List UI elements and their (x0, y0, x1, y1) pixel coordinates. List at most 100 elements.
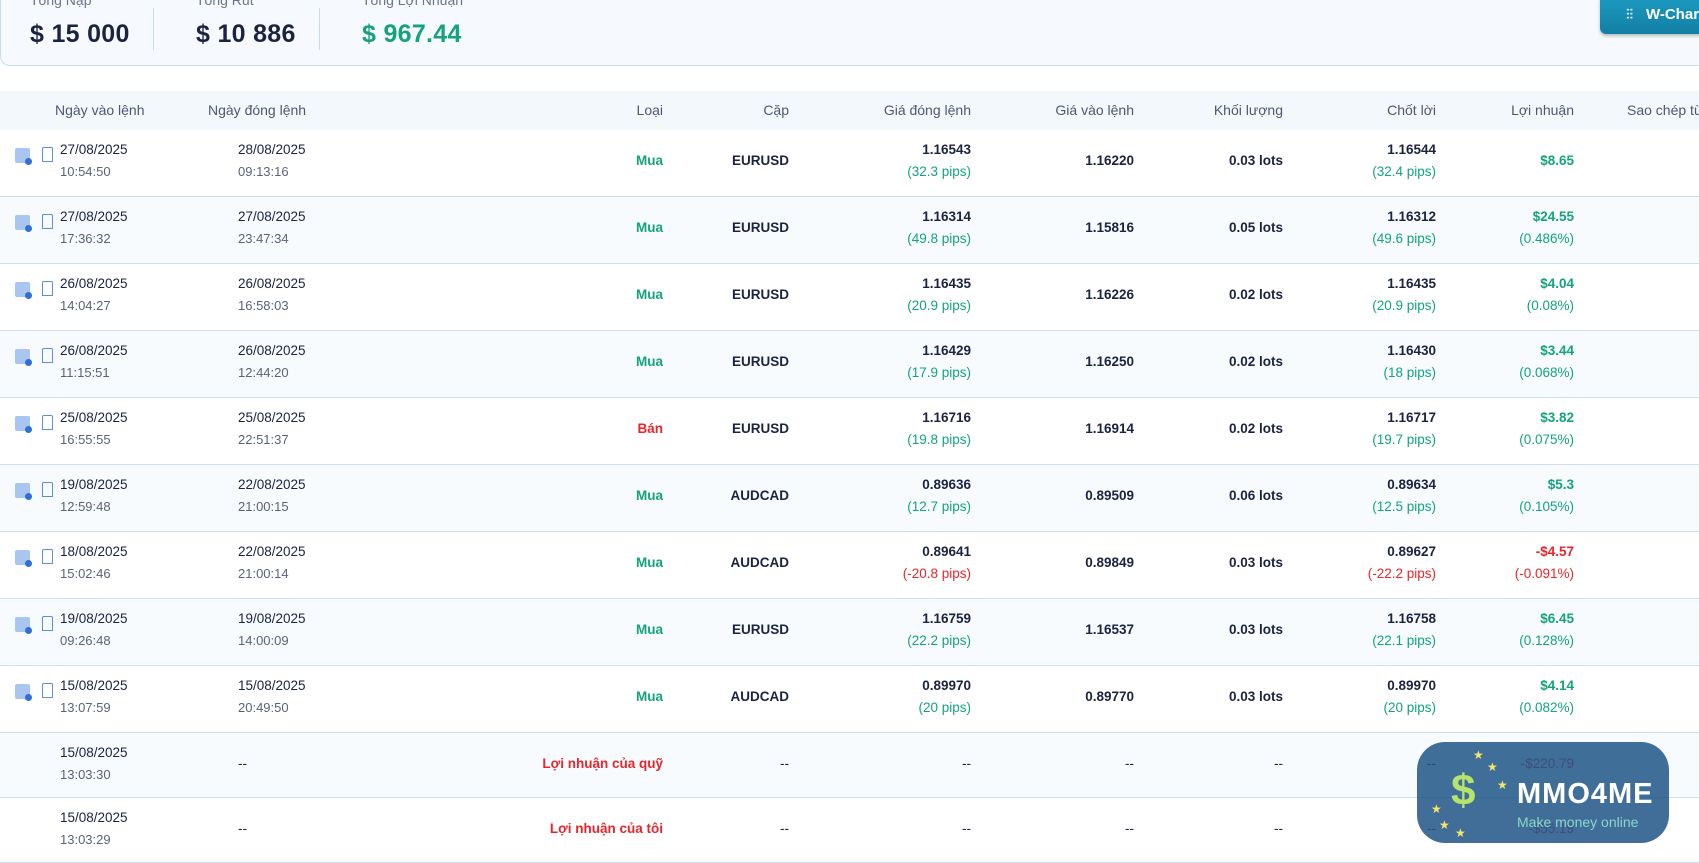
open-time: 15:02:46 (60, 566, 111, 581)
table-row[interactable]: 15/08/2025 13:07:59 15/08/2025 20:49:50 Mua A… (0, 666, 1699, 733)
document-search-icon[interactable] (15, 483, 32, 500)
document-search-icon[interactable] (15, 550, 32, 567)
trade-type: Mua (636, 689, 663, 704)
pair: -- (780, 756, 789, 771)
close-pips: (22.2 pips) (907, 633, 971, 648)
volume: 0.03 lots (1228, 555, 1283, 570)
close-time: 22:51:37 (238, 432, 289, 447)
take-profit-pips: (12.5 pips) (1372, 499, 1436, 514)
volume: 0.03 lots (1228, 622, 1283, 637)
open-date: 25/08/2025 (60, 410, 128, 425)
bookmark-icon[interactable] (42, 549, 53, 564)
open-time: 13:07:59 (60, 700, 111, 715)
take-profit: 0.89970 (1387, 678, 1436, 693)
volume: 0.02 lots (1228, 287, 1283, 302)
profit: -$4.57 (1535, 544, 1574, 559)
open-price: 1.16914 (1085, 421, 1134, 436)
take-profit: 0.89627 (1387, 544, 1436, 559)
column-header[interactable]: Ngày đóng lệnh (208, 102, 306, 118)
table-row[interactable]: 19/08/2025 09:26:48 19/08/2025 14:00:09 Mua E… (0, 599, 1699, 666)
open-price: 0.89509 (1085, 488, 1134, 503)
trade-type: Mua (636, 488, 663, 503)
document-search-icon[interactable] (15, 416, 32, 433)
table-row[interactable]: 25/08/2025 16:55:55 25/08/2025 22:51:37 Bán E… (0, 398, 1699, 465)
column-header[interactable]: Chốt lời (1387, 102, 1436, 118)
volume: 0.02 lots (1228, 421, 1283, 436)
volume: 0.05 lots (1228, 220, 1283, 235)
table-row[interactable]: 19/08/2025 12:59:48 22/08/2025 21:00:15 Mua A… (0, 465, 1699, 532)
open-date: 18/08/2025 (60, 544, 128, 559)
table-row[interactable]: 26/08/2025 11:15:51 26/08/2025 12:44:20 Mua E… (0, 331, 1699, 398)
close-price: 1.16716 (922, 410, 971, 425)
bookmark-icon[interactable] (42, 683, 53, 698)
close-price: 1.16314 (922, 209, 971, 224)
column-header[interactable]: Khối lượng (1214, 102, 1283, 118)
trade-type: Mua (636, 555, 663, 570)
pair: EURUSD (731, 153, 789, 168)
close-price: 0.89636 (922, 477, 971, 492)
table-row[interactable]: 27/08/2025 10:54:50 28/08/2025 09:13:16 Mua E… (0, 130, 1699, 197)
document-search-icon[interactable] (15, 684, 32, 701)
column-header[interactable]: Sao chép từ (1627, 102, 1699, 118)
table-row[interactable]: 18/08/2025 15:02:46 22/08/2025 21:00:14 Mua A… (0, 532, 1699, 599)
close-pips: (12.7 pips) (907, 499, 971, 514)
w-chart-button[interactable]: ⫶⫶ W-Chart (1600, 0, 1699, 34)
open-date: 27/08/2025 (60, 209, 128, 224)
open-time: 16:55:55 (60, 432, 111, 447)
bookmark-icon[interactable] (42, 214, 53, 229)
profit: $24.55 (1532, 209, 1574, 224)
bookmark-icon[interactable] (42, 415, 53, 430)
profit-percent: (0.105%) (1519, 499, 1574, 514)
column-header[interactable]: Giá vào lệnh (1055, 102, 1134, 118)
table-header: Ngày vào lệnh Ngày đóng lệnh Loại Cặp Giá đó… (0, 91, 1699, 130)
trade-type: Bán (637, 421, 663, 436)
take-profit: 1.16430 (1387, 343, 1436, 358)
trade-type: Mua (636, 220, 663, 235)
pair: EURUSD (731, 354, 789, 369)
close-date: 26/08/2025 (238, 276, 306, 291)
profit-percent: (0.068%) (1519, 365, 1574, 380)
trade-type: Mua (636, 354, 663, 369)
document-search-icon[interactable] (15, 349, 32, 366)
column-header[interactable]: Giá đóng lệnh (884, 102, 971, 118)
document-search-icon[interactable] (15, 282, 32, 299)
profit: $5.3 (1547, 477, 1574, 492)
take-profit-pips: (20 pips) (1383, 700, 1436, 715)
profit: $8.65 (1540, 153, 1574, 168)
close-price: 0.89641 (922, 544, 971, 559)
take-profit: 0.89634 (1387, 477, 1436, 492)
divider (153, 8, 154, 50)
close-time: 23:47:34 (238, 231, 289, 246)
take-profit-pips: (49.6 pips) (1372, 231, 1436, 246)
bookmark-icon[interactable] (42, 616, 53, 631)
table-row[interactable]: 26/08/2025 14:04:27 26/08/2025 16:58:03 Mua E… (0, 264, 1699, 331)
document-search-icon[interactable] (15, 148, 32, 165)
table-row[interactable]: 27/08/2025 17:36:32 27/08/2025 23:47:34 Mua E… (0, 197, 1699, 264)
profit-percent: (0.075%) (1519, 432, 1574, 447)
open-time: 12:59:48 (60, 499, 111, 514)
pair: -- (780, 821, 789, 836)
open-time: 13:03:29 (60, 832, 111, 847)
close-pips: (19.8 pips) (907, 432, 971, 447)
document-search-icon[interactable] (15, 215, 32, 232)
close-price: -- (962, 821, 971, 836)
divider (319, 8, 320, 50)
open-date: 15/08/2025 (60, 810, 128, 825)
document-search-icon[interactable] (15, 617, 32, 634)
take-profit: 1.16312 (1387, 209, 1436, 224)
volume: 0.03 lots (1228, 153, 1283, 168)
open-price: 0.89849 (1085, 555, 1134, 570)
column-header[interactable]: Ngày vào lệnh (55, 102, 145, 118)
take-profit-pips: (22.1 pips) (1372, 633, 1436, 648)
open-time: 10:54:50 (60, 164, 111, 179)
bookmark-icon[interactable] (42, 281, 53, 296)
column-header[interactable]: Cặp (763, 102, 789, 118)
volume: 0.02 lots (1228, 354, 1283, 369)
open-price: 0.89770 (1085, 689, 1134, 704)
bookmark-icon[interactable] (42, 147, 53, 162)
column-header[interactable]: Lợi nhuận (1511, 102, 1574, 118)
open-price: 1.16220 (1085, 153, 1134, 168)
bookmark-icon[interactable] (42, 348, 53, 363)
column-header[interactable]: Loại (637, 102, 663, 118)
bookmark-icon[interactable] (42, 482, 53, 497)
